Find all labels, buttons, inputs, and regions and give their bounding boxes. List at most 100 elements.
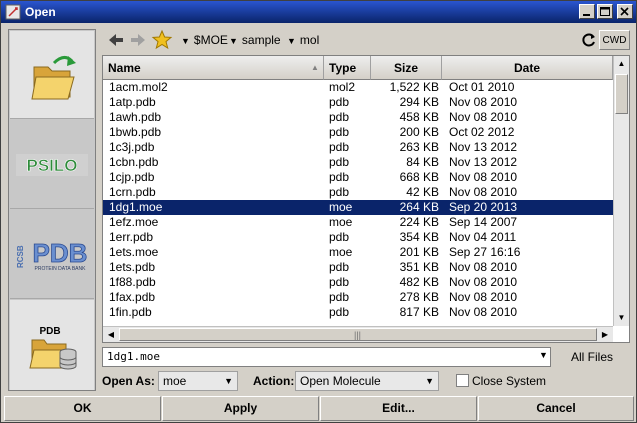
column-header-label: Name <box>108 61 141 75</box>
open-as-select[interactable]: moe ▼ <box>158 371 238 391</box>
file-type-cell: pdb <box>329 140 350 154</box>
breadcrumb-item[interactable]: ▼ $MOE <box>181 33 228 47</box>
close-button[interactable] <box>617 4 633 19</box>
cancel-button[interactable]: Cancel <box>478 396 634 421</box>
chevron-down-icon: ▼ <box>224 376 233 386</box>
file-type-cell: pdb <box>329 155 350 169</box>
file-type-cell: pdb <box>329 125 350 139</box>
file-date-cell: Oct 01 2010 <box>449 80 515 94</box>
column-header-date[interactable]: Date <box>442 56 613 80</box>
scroll-right-icon[interactable]: ▶ <box>597 327 613 342</box>
file-date-cell: Nov 08 2010 <box>449 185 518 199</box>
minimize-icon <box>583 14 590 16</box>
table-row[interactable]: 1c3j.pdb pdb 263 KB Nov 13 2012 <box>103 140 613 155</box>
edit-button[interactable]: Edit... <box>320 396 477 421</box>
table-row[interactable]: 1ets.moe moe 201 KB Sep 27 16:16 <box>103 245 613 260</box>
table-row[interactable]: 1err.pdb pdb 354 KB Nov 04 2011 <box>103 230 613 245</box>
maximize-button[interactable] <box>597 4 613 19</box>
file-date-cell: Oct 02 2012 <box>449 125 515 139</box>
file-name-cell: 1fin.pdb <box>109 305 152 319</box>
refresh-button[interactable] <box>578 29 600 51</box>
table-row[interactable]: 1cjp.pdb pdb 668 KB Nov 08 2010 <box>103 170 613 185</box>
sidebar-item-rcsb-pdb[interactable]: RCSB PDB PROTEIN DATA BANK <box>10 210 94 299</box>
file-size-cell: 668 KB <box>399 170 439 184</box>
file-type-cell: pdb <box>329 290 350 304</box>
cwd-button[interactable]: CWD <box>599 30 630 50</box>
scroll-up-icon[interactable]: ▲ <box>614 56 629 72</box>
chevron-down-icon[interactable]: ▼ <box>539 350 548 360</box>
breadcrumb-item[interactable]: ▼ sample <box>229 33 281 47</box>
file-date-cell: Nov 08 2010 <box>449 170 518 184</box>
table-row[interactable]: 1acm.mol2 mol2 1,522 KB Oct 01 2010 <box>103 80 613 95</box>
file-type-cell: pdb <box>329 275 350 289</box>
navigation-toolbar: ▼ $MOE ▼ sample ▼ mol CWD <box>102 29 630 51</box>
breadcrumb-item[interactable]: ▼ mol <box>287 33 319 47</box>
forward-button[interactable] <box>127 29 149 51</box>
maximize-icon <box>600 7 610 16</box>
file-rows: 1acm.mol2 mol2 1,522 KB Oct 01 2010 1atp.pd… <box>103 80 613 320</box>
grip-icon: ||| <box>354 330 362 340</box>
file-name-cell: 1cbn.pdb <box>109 155 159 169</box>
ok-button[interactable]: OK <box>4 396 161 421</box>
table-row[interactable]: 1crn.pdb pdb 42 KB Nov 08 2010 <box>103 185 613 200</box>
apply-button[interactable]: Apply <box>162 396 319 421</box>
file-list: Name ▲ Type Size Date 1acm.mol2 mol2 1,522 … <box>102 55 630 343</box>
file-name-cell: 1crn.pdb <box>109 185 156 199</box>
table-row[interactable]: 1ets.pdb pdb 351 KB Nov 08 2010 <box>103 260 613 275</box>
file-date-cell: Nov 08 2010 <box>449 275 518 289</box>
table-header: Name ▲ Type Size Date <box>103 56 613 80</box>
table-row[interactable]: 1fin.pdb pdb 817 KB Nov 08 2010 <box>103 305 613 320</box>
table-row[interactable]: 1fax.pdb pdb 278 KB Nov 08 2010 <box>103 290 613 305</box>
column-header-name[interactable]: Name ▲ <box>103 56 324 80</box>
refresh-icon <box>582 33 595 47</box>
location-sidebar: PSILO RCSB PDB PROTEIN DATA BANK PDB <box>8 29 96 391</box>
file-date-cell: Sep 20 2013 <box>449 200 518 214</box>
sidebar-item-open-folder[interactable] <box>10 31 94 119</box>
rcsb-prefix: RCSB <box>16 245 25 268</box>
file-size-cell: 458 KB <box>399 110 439 124</box>
scroll-down-icon[interactable]: ▼ <box>614 310 629 326</box>
table-row[interactable]: 1f88.pdb pdb 482 KB Nov 08 2010 <box>103 275 613 290</box>
table-row[interactable]: 1cbn.pdb pdb 84 KB Nov 13 2012 <box>103 155 613 170</box>
open-as-label: Open As: <box>102 374 155 388</box>
chevron-down-icon: ▼ <box>181 36 190 46</box>
vertical-scrollbar[interactable]: ▲ ▼ <box>613 56 629 326</box>
sidebar-item-pdb-folder[interactable]: PDB <box>10 300 94 390</box>
close-system-label: Close System <box>472 374 547 388</box>
file-size-cell: 201 KB <box>399 245 439 259</box>
file-type-cell: moe <box>329 245 353 259</box>
vertical-scroll-thumb[interactable] <box>615 74 628 114</box>
back-button[interactable] <box>105 29 127 51</box>
file-type-cell: pdb <box>329 230 350 244</box>
file-type-cell: pdb <box>329 110 350 124</box>
file-type-cell: pdb <box>329 260 350 274</box>
file-type-cell: pdb <box>329 95 350 109</box>
scroll-left-icon[interactable]: ◀ <box>103 327 119 342</box>
action-select[interactable]: Open Molecule ▼ <box>295 371 439 391</box>
dialog-buttons: OK Apply Edit... Cancel <box>1 395 636 422</box>
favorites-button[interactable] <box>151 29 173 51</box>
filename-input[interactable]: 1dg1.moe <box>102 347 551 367</box>
open-folder-icon <box>31 56 76 100</box>
minimize-button[interactable] <box>579 4 595 19</box>
column-header-size[interactable]: Size <box>371 56 442 80</box>
file-name-cell: 1dg1.moe <box>109 200 163 214</box>
file-type-cell: moe <box>329 200 353 214</box>
sort-ascending-icon: ▲ <box>311 63 319 72</box>
table-row[interactable]: 1bwb.pdb pdb 200 KB Oct 02 2012 <box>103 125 613 140</box>
table-row[interactable]: 1awh.pdb pdb 458 KB Nov 08 2010 <box>103 110 613 125</box>
psilo-logo: PSILO <box>16 154 88 176</box>
file-name-cell: 1err.pdb <box>109 230 154 244</box>
horizontal-scroll-thumb[interactable]: ||| <box>119 328 597 341</box>
file-filter-button[interactable]: All Files <box>554 347 630 367</box>
file-name-cell: 1efz.moe <box>109 215 159 229</box>
horizontal-scrollbar[interactable]: ◀ ||| ▶ <box>103 326 613 342</box>
table-row[interactable]: 1dg1.moe moe 264 KB Sep 20 2013 <box>103 200 613 215</box>
close-system-checkbox[interactable] <box>456 374 469 387</box>
file-type-cell: moe <box>329 215 353 229</box>
table-row[interactable]: 1efz.moe moe 224 KB Sep 14 2007 <box>103 215 613 230</box>
table-row[interactable]: 1atp.pdb pdb 294 KB Nov 08 2010 <box>103 95 613 110</box>
column-header-type[interactable]: Type <box>324 56 371 80</box>
sidebar-item-psilo[interactable]: PSILO <box>10 120 94 209</box>
chevron-down-icon: ▼ <box>287 36 296 46</box>
